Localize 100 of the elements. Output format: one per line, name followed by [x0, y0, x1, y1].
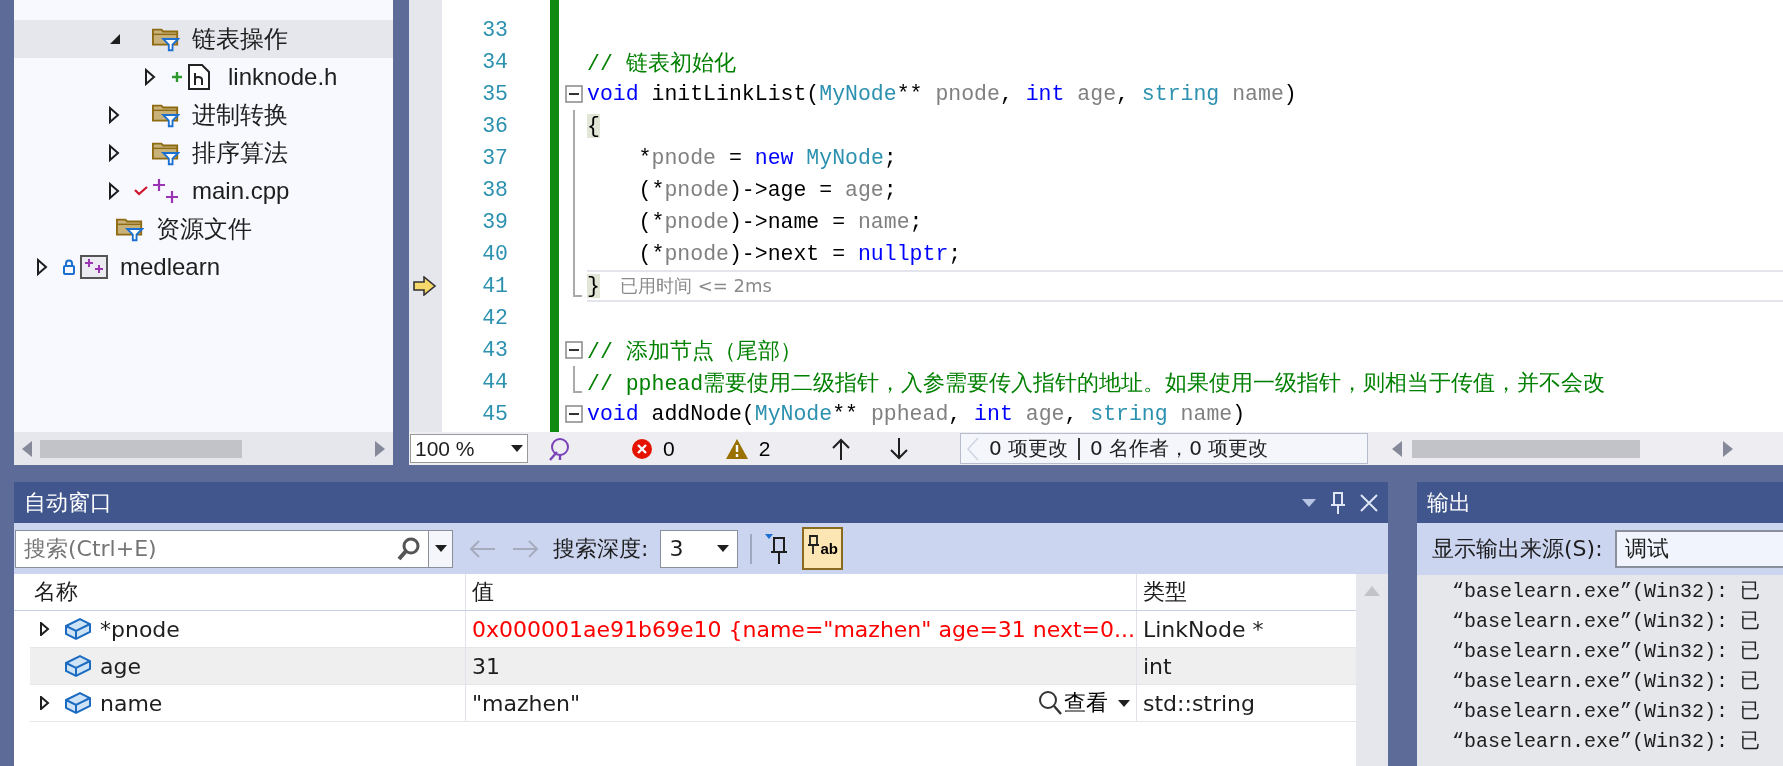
code-line: *pnode = new MyNode;: [637, 146, 897, 170]
tree-item[interactable]: medlearn: [14, 248, 393, 286]
expander-icon[interactable]: [108, 106, 120, 124]
expander-icon[interactable]: [108, 144, 120, 162]
tree-item[interactable]: 资源文件: [14, 210, 393, 248]
output-line: “baselearn.exe”(Win32): 已: [1452, 608, 1761, 634]
source-dropdown[interactable]: 调试: [1614, 530, 1783, 568]
expander-icon[interactable]: [36, 258, 48, 276]
expander-icon[interactable]: [108, 182, 120, 200]
scroll-left-icon[interactable]: [22, 440, 32, 457]
filter-folder-icon: [152, 140, 180, 166]
table-row[interactable]: name "mazhen" 查看 std::string: [30, 685, 1356, 722]
line-number: 41: [482, 274, 508, 298]
collapse-icon[interactable]: [565, 85, 583, 103]
variable-name: age: [100, 653, 141, 679]
line-number: 42: [482, 306, 508, 330]
caret-icon: [1118, 699, 1130, 707]
line-number: 36: [482, 114, 508, 138]
line-number: 35: [482, 82, 508, 106]
variable-name: name: [100, 690, 163, 716]
view-button[interactable]: 查看: [1038, 688, 1136, 718]
tree-item[interactable]: main.cpp: [14, 172, 393, 210]
panel-title: 输出: [1427, 488, 1471, 517]
panel-title: 自动窗口: [24, 488, 112, 517]
depth-dropdown[interactable]: 3: [660, 529, 739, 568]
scrollbar-thumb[interactable]: [40, 439, 242, 458]
authors-count[interactable]: 0 名作者，0 项更改: [1090, 435, 1269, 462]
cpp-file-icon: [152, 178, 180, 204]
output-line: “baselearn.exe”(Win32): 已: [1452, 578, 1761, 604]
toggle-button[interactable]: ab: [802, 527, 843, 570]
filter-folder-icon: [152, 26, 180, 52]
variable-icon: [64, 691, 92, 715]
output-line: “baselearn.exe”(Win32): 已: [1452, 668, 1761, 694]
error-count[interactable]: 0: [631, 436, 675, 461]
error-icon: [631, 437, 653, 460]
up-arrow-icon[interactable]: [832, 437, 851, 460]
expander-icon[interactable]: [40, 622, 50, 636]
search-icon[interactable]: [397, 536, 421, 561]
close-icon[interactable]: [1360, 493, 1378, 512]
expander-icon[interactable]: [40, 696, 50, 710]
variable-name: *pnode: [100, 616, 180, 642]
column-header[interactable]: 类型: [1143, 577, 1187, 607]
scrollbar-thumb[interactable]: [1412, 439, 1640, 458]
expander-icon[interactable]: [108, 32, 122, 46]
tree-item[interactable]: linknode.h: [14, 58, 393, 96]
tree-item[interactable]: 链表操作: [14, 20, 393, 58]
warning-count[interactable]: 2: [724, 436, 771, 461]
horizontal-scrollbar[interactable]: [14, 432, 393, 465]
zoom-dropdown[interactable]: 100 %: [410, 434, 528, 463]
code-line: // pphead需要使用二级指针，入参需要传入指针的地址。如果使用一级指针，则相当于传值，并不会改: [587, 370, 1606, 397]
variable-icon: [64, 617, 92, 641]
code-line: void initLinkList(MyNode** pnode, int age, string name): [587, 82, 1297, 106]
depth-label: 搜索深度:: [553, 534, 649, 563]
vertical-scrollbar[interactable]: [1356, 574, 1388, 766]
variable-type: std::string: [1143, 690, 1256, 716]
scroll-left-icon[interactable]: [1392, 440, 1402, 457]
tree-item[interactable]: 排序算法: [14, 134, 393, 172]
output-line: “baselearn.exe”(Win32): 已: [1452, 638, 1761, 664]
output-line: “baselearn.exe”(Win32): 已: [1452, 728, 1761, 754]
down-arrow-icon[interactable]: [890, 437, 909, 460]
variable-type: int: [1143, 653, 1172, 679]
variable-type: LinkNode *: [1143, 616, 1264, 642]
changes-panel[interactable]: 0 项更改 0 名作者，0 项更改: [960, 433, 1368, 464]
line-number: 39: [482, 210, 508, 234]
search-icon: [1038, 690, 1062, 716]
caret-icon: [717, 545, 730, 552]
table-row[interactable]: age 31 int: [30, 648, 1356, 685]
column-header[interactable]: 值: [472, 577, 494, 607]
line-number: 40: [482, 242, 508, 266]
line-number: 37: [482, 146, 508, 170]
changes-count[interactable]: 0 项更改: [989, 435, 1069, 462]
code-line: (*pnode)->next = nullptr;: [637, 242, 962, 266]
output-line: “baselearn.exe”(Win32): 已: [1452, 698, 1761, 724]
line-number: 45: [482, 402, 508, 426]
scroll-right-icon[interactable]: [375, 440, 385, 457]
dropdown-button[interactable]: [429, 529, 453, 568]
variable-value: 0x000001ae91b69e10 {name="mazhen" age=31 next=0...: [472, 616, 1135, 642]
inline-hint: 已用时间 <= 2ms: [619, 274, 772, 298]
code-line: (*pnode)->name = name;: [637, 210, 923, 234]
search-field[interactable]: 搜索(Ctrl+E): [15, 529, 429, 568]
line-number: 44: [482, 370, 508, 394]
warning-icon: [724, 437, 749, 460]
expander-icon[interactable]: [144, 68, 156, 86]
pin-icon[interactable]: [1330, 490, 1346, 515]
variable-icon: [64, 654, 92, 678]
line-number: 33: [482, 18, 508, 42]
dropdown-icon[interactable]: [1302, 498, 1316, 507]
collapse-icon[interactable]: [565, 405, 583, 423]
column-header[interactable]: 名称: [34, 577, 78, 607]
collapse-icon[interactable]: [565, 341, 583, 359]
code-line: // 链表初始化: [587, 50, 736, 77]
wrench-icon[interactable]: [546, 435, 572, 462]
code-line: (*pnode)->age = age;: [637, 178, 897, 202]
chevron-left-icon: [967, 436, 979, 461]
project-icon: [80, 255, 108, 279]
header-file-icon: [188, 64, 210, 90]
scroll-right-icon[interactable]: [1723, 440, 1733, 457]
source-label: 显示输出来源(S):: [1432, 535, 1603, 563]
filter-folder-icon: [116, 216, 144, 242]
tree-item[interactable]: 进制转换: [14, 96, 393, 134]
